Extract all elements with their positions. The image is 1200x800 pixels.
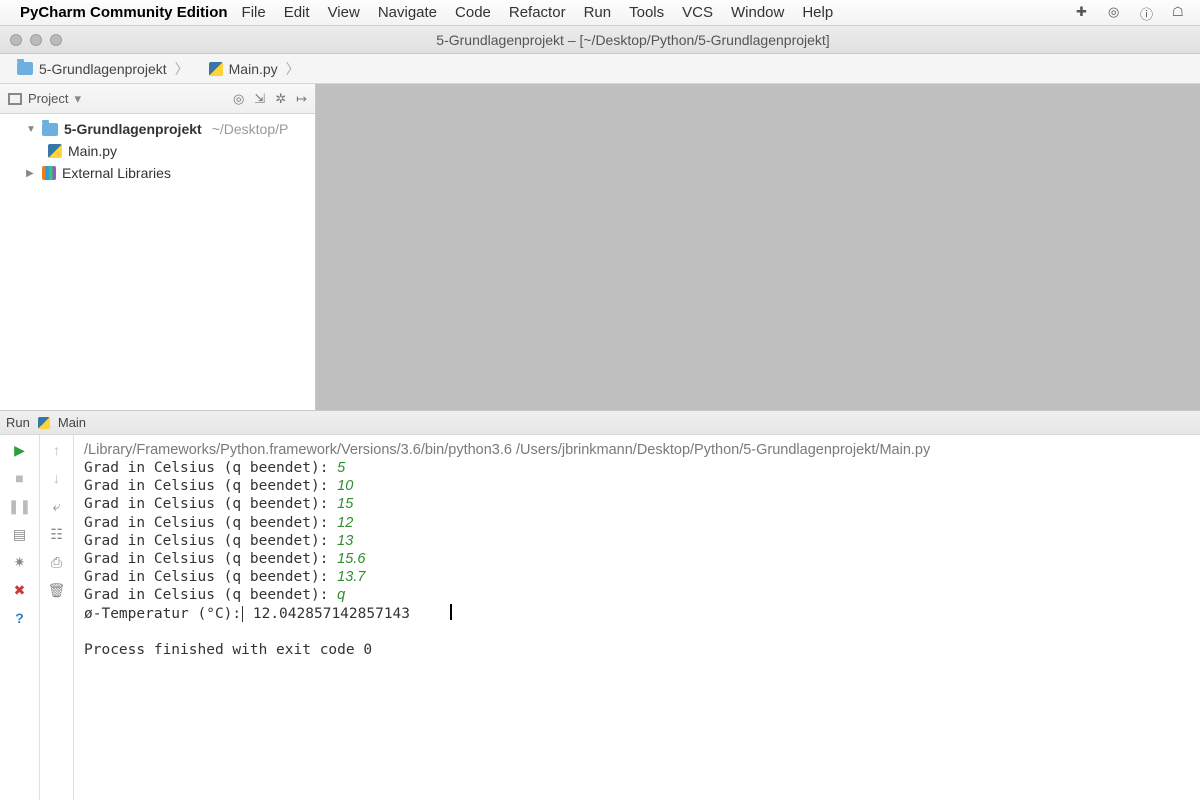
collapse-icon[interactable]: ⇲: [254, 91, 265, 107]
tray-icon-cc[interactable]: ◎: [1108, 4, 1126, 22]
print-button[interactable]: ⎙: [48, 553, 66, 571]
breadcrumb: 5-Grundlagenprojekt 〉 Main.py 〉: [0, 54, 1200, 84]
menu-vcs[interactable]: VCS: [682, 4, 713, 21]
expand-toggle-icon[interactable]: ▼: [26, 124, 36, 135]
run-toolbar-left2: ↑ ↓ ⤶ ☷ ⎙ 🗑: [40, 435, 74, 800]
tree-file-label: Main.py: [68, 143, 117, 159]
locate-icon[interactable]: ◎: [233, 91, 244, 107]
folder-icon: [42, 123, 58, 136]
menu-code[interactable]: Code: [455, 4, 491, 21]
close-window-button[interactable]: [10, 34, 22, 46]
menu-tools[interactable]: Tools: [629, 4, 664, 21]
gear-icon[interactable]: ✲: [275, 91, 286, 107]
menu-navigate[interactable]: Navigate: [378, 4, 437, 21]
python-run-icon: [38, 417, 50, 429]
menu-window[interactable]: Window: [731, 4, 784, 21]
tree-ext-label: External Libraries: [62, 165, 171, 181]
tree-external-libs[interactable]: ▶ External Libraries: [0, 162, 315, 184]
sidebar-title[interactable]: Project: [28, 91, 68, 106]
scroll-end-button[interactable]: ☷: [48, 525, 66, 543]
run-body: ▶ ■ ❚❚ ▤ ✷ ✖ ? ↑ ↓ ⤶ ☷ ⎙ 🗑 /Library/Fram…: [0, 435, 1200, 800]
layout-button[interactable]: ▤: [11, 525, 29, 543]
project-view-icon: [8, 92, 22, 106]
run-tool-window: Run Main ▶ ■ ❚❚ ▤ ✷ ✖ ? ↑ ↓ ⤶ ☷ ⎙ 🗑 /Lib…: [0, 410, 1200, 800]
chevron-right-icon: 〉: [175, 59, 189, 79]
zoom-window-button[interactable]: [50, 34, 62, 46]
python-file-icon: [48, 144, 62, 158]
menu-help[interactable]: Help: [802, 4, 833, 21]
chevron-right-icon: 〉: [286, 59, 300, 79]
menu-view[interactable]: View: [328, 4, 360, 21]
sidebar-header: Project ▾ ◎ ⇲ ✲ ↦: [0, 84, 315, 114]
minimize-window-button[interactable]: [30, 34, 42, 46]
menu-run[interactable]: Run: [584, 4, 612, 21]
traffic-lights: [10, 34, 62, 46]
run-toolbar-left: ▶ ■ ❚❚ ▤ ✷ ✖ ?: [0, 435, 40, 800]
console-output[interactable]: /Library/Frameworks/Python.framework/Ver…: [74, 435, 1200, 800]
help-button[interactable]: ?: [11, 609, 29, 627]
tray-icon-1[interactable]: ✚: [1076, 4, 1094, 22]
rerun-button[interactable]: ▶: [11, 441, 29, 459]
menubar-items: File Edit View Navigate Code Refactor Ru…: [242, 4, 834, 21]
crumb-file-label: Main.py: [229, 61, 278, 77]
libraries-icon: [42, 166, 56, 180]
macos-menubar: PyCharm Community Edition File Edit View…: [0, 0, 1200, 26]
tree-root-name: 5-Grundlagenprojekt: [64, 121, 202, 137]
pause-button[interactable]: ❚❚: [11, 497, 29, 515]
down-stack-button[interactable]: ↓: [48, 469, 66, 487]
stop-button[interactable]: ■: [11, 469, 29, 487]
up-stack-button[interactable]: ↑: [48, 441, 66, 459]
crumb-file[interactable]: Main.py 〉: [200, 56, 311, 82]
dropdown-icon[interactable]: ▾: [74, 91, 81, 107]
close-button[interactable]: ✖: [11, 581, 29, 599]
run-tab-label[interactable]: Run: [6, 415, 30, 430]
trash-button[interactable]: 🗑: [48, 581, 66, 599]
tree-root[interactable]: ▼ 5-Grundlagenprojekt ~/Desktop/P: [0, 118, 315, 140]
menu-refactor[interactable]: Refactor: [509, 4, 566, 21]
crumb-project[interactable]: 5-Grundlagenprojekt 〉: [8, 56, 200, 82]
python-file-icon: [209, 62, 223, 76]
run-config-name[interactable]: Main: [58, 415, 86, 430]
menu-edit[interactable]: Edit: [284, 4, 310, 21]
crumb-project-label: 5-Grundlagenprojekt: [39, 61, 167, 77]
hide-icon[interactable]: ↦: [296, 91, 307, 107]
run-header: Run Main: [0, 411, 1200, 435]
menu-file[interactable]: File: [242, 4, 266, 21]
tray-icon-info[interactable]: ⓘ: [1140, 4, 1158, 22]
window-titlebar: 5-Grundlagenprojekt – [~/Desktop/Python/…: [0, 26, 1200, 54]
window-title: 5-Grundlagenprojekt – [~/Desktop/Python/…: [76, 32, 1190, 48]
expand-toggle-icon[interactable]: ▶: [26, 168, 36, 179]
app-name[interactable]: PyCharm Community Edition: [20, 4, 228, 21]
tree-root-path: ~/Desktop/P: [212, 121, 289, 137]
folder-icon: [17, 62, 33, 75]
tree-file-main[interactable]: Main.py: [0, 140, 315, 162]
tray-icon-notify[interactable]: ☖: [1172, 4, 1190, 22]
pin-button[interactable]: ✷: [11, 553, 29, 571]
menubar-tray: ✚ ◎ ⓘ ☖: [1076, 4, 1190, 22]
soft-wrap-button[interactable]: ⤶: [48, 497, 66, 515]
